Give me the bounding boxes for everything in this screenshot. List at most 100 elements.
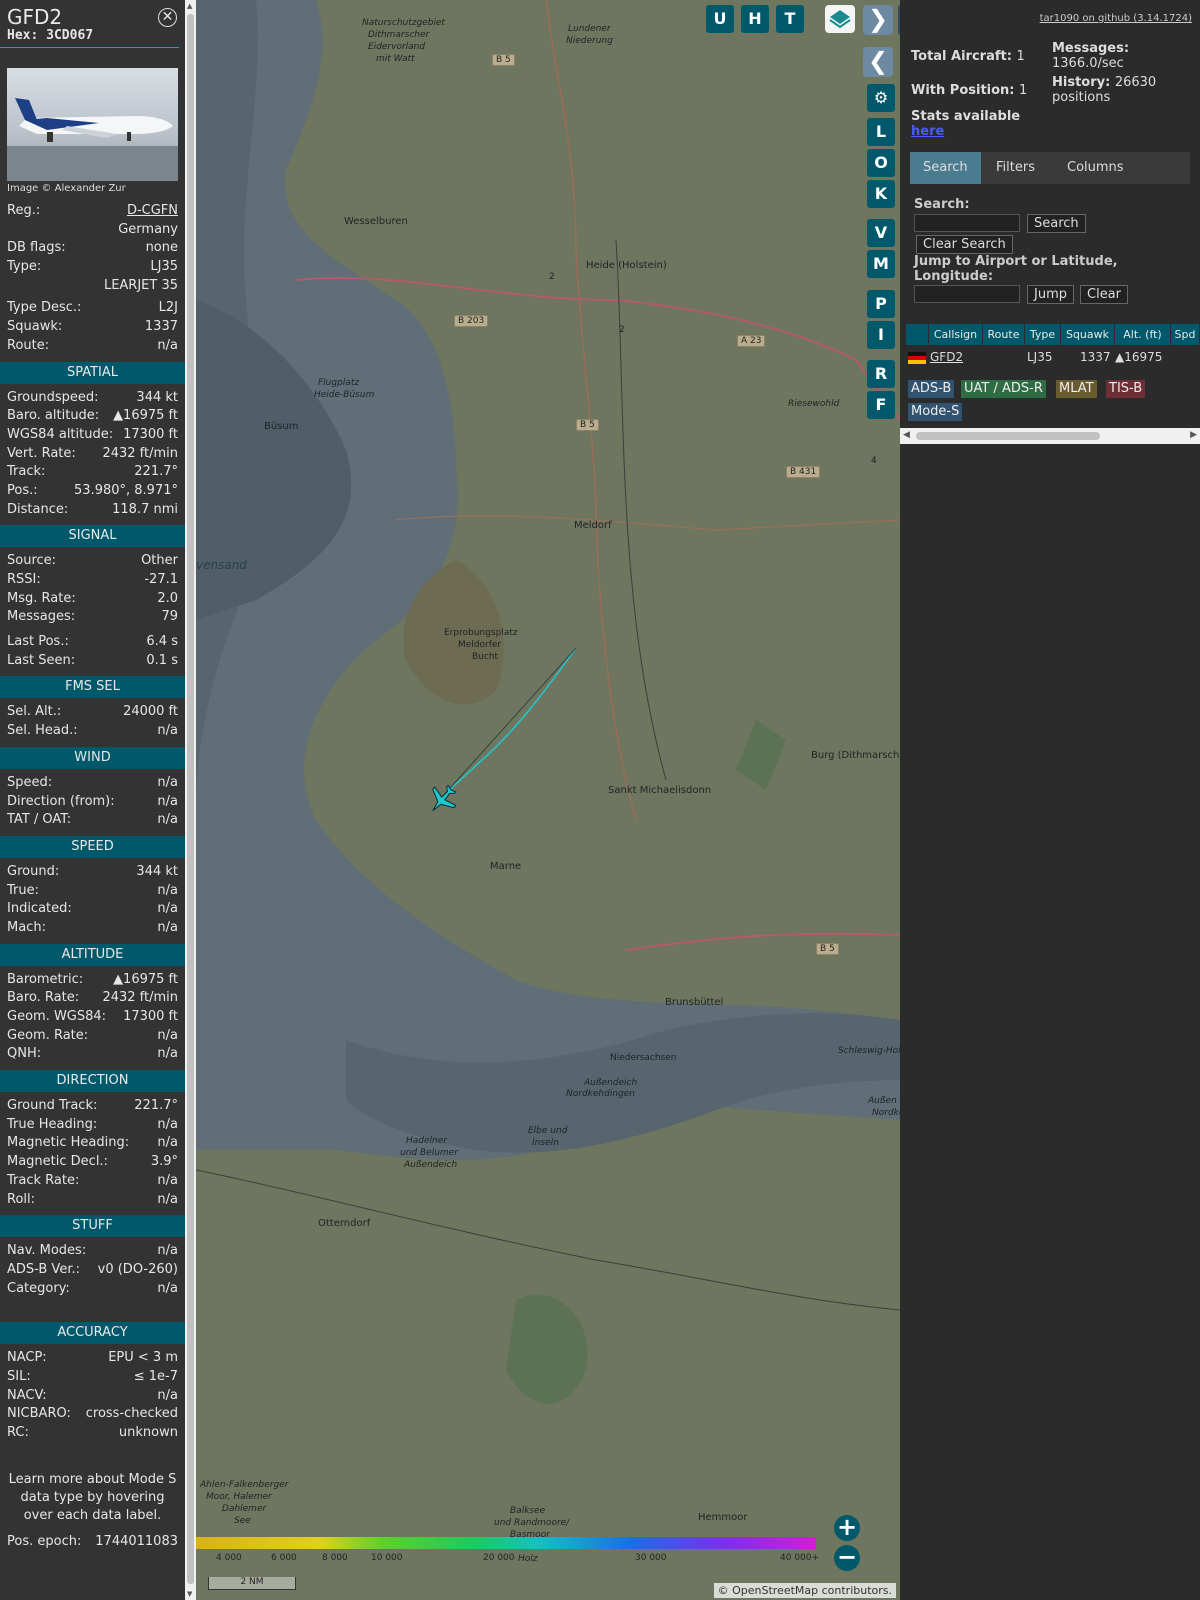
- scroll-left-icon[interactable]: ◀: [903, 430, 910, 440]
- info-label[interactable]: Mach:: [7, 919, 46, 938]
- toggle-U-button[interactable]: U: [706, 5, 734, 33]
- info-label[interactable]: Track Rate:: [7, 1172, 79, 1191]
- section-header-fms-sel[interactable]: FMS SEL: [0, 676, 185, 699]
- info-label[interactable]: Ground:: [7, 863, 59, 882]
- info-label[interactable]: True Heading:: [7, 1116, 97, 1135]
- section-header-wind[interactable]: WIND: [0, 746, 185, 769]
- col-header-type[interactable]: Type: [1025, 324, 1061, 345]
- info-label[interactable]: Indicated:: [7, 900, 72, 919]
- toggle-O-button[interactable]: O: [867, 149, 895, 177]
- toggle-P-button[interactable]: P: [867, 290, 895, 318]
- info-label[interactable]: Groundspeed:: [7, 389, 98, 408]
- info-label[interactable]: SIL:: [7, 1368, 31, 1387]
- zoom-out-button[interactable]: −: [834, 1545, 860, 1571]
- col-header-flag[interactable]: [906, 324, 929, 345]
- info-label[interactable]: Nav. Modes:: [7, 1242, 86, 1261]
- toggle-H-button[interactable]: H: [741, 5, 769, 33]
- tab-filters[interactable]: Filters: [983, 152, 1048, 184]
- aircraft-marker-icon[interactable]: [426, 784, 458, 816]
- scroll-right-icon[interactable]: ▶: [1190, 430, 1197, 440]
- col-header-squawk[interactable]: Squawk: [1061, 324, 1115, 345]
- toggle-R-button[interactable]: R: [867, 360, 895, 388]
- col-header-speed[interactable]: Spd: [1171, 324, 1200, 345]
- zoom-in-button[interactable]: +: [834, 1515, 860, 1541]
- info-label[interactable]: Geom. Rate:: [7, 1027, 88, 1046]
- info-label[interactable]: Last Pos.:: [7, 633, 69, 652]
- info-label[interactable]: TAT / OAT:: [7, 811, 71, 830]
- info-label[interactable]: Vert. Rate:: [7, 445, 76, 464]
- table-horizontal-scrollbar[interactable]: ◀ ▶: [900, 428, 1200, 444]
- map-attribution[interactable]: © OpenStreetMap contributors.: [713, 1583, 896, 1598]
- toggle-V-button[interactable]: V: [867, 219, 895, 247]
- info-label[interactable]: True:: [7, 882, 39, 901]
- info-label[interactable]: NACP:: [7, 1349, 47, 1368]
- github-link[interactable]: tar1090 on github (3.14.1724): [1040, 13, 1192, 24]
- info-label[interactable]: Sel. Alt.:: [7, 703, 61, 722]
- info-label[interactable]: ADS-B Ver.:: [7, 1261, 80, 1280]
- section-header-spatial[interactable]: SPATIAL: [0, 361, 185, 384]
- jump-input[interactable]: [914, 285, 1020, 303]
- detail-value[interactable]: D-CGFN: [127, 202, 178, 221]
- clear-search-button[interactable]: Clear Search: [916, 235, 1013, 254]
- settings-button[interactable]: ⚙: [867, 84, 895, 112]
- info-label[interactable]: QNH:: [7, 1045, 41, 1064]
- info-label[interactable]: RC:: [7, 1424, 29, 1443]
- tab-columns[interactable]: Columns: [1054, 152, 1137, 184]
- info-label[interactable]: Track:: [7, 463, 45, 482]
- row-callsign[interactable]: GFD2: [930, 348, 963, 366]
- info-label[interactable]: Roll:: [7, 1191, 35, 1210]
- info-label[interactable]: Ground Track:: [7, 1097, 97, 1116]
- stats-link[interactable]: here: [911, 124, 944, 139]
- close-icon[interactable]: ✕: [158, 8, 177, 27]
- info-label[interactable]: Messages:: [7, 608, 75, 627]
- search-button[interactable]: Search: [1027, 214, 1086, 233]
- aircraft-photo[interactable]: [7, 68, 178, 181]
- section-header-stuff[interactable]: STUFF: [0, 1215, 185, 1238]
- info-label[interactable]: Magnetic Decl.:: [7, 1153, 108, 1172]
- info-label[interactable]: Direction (from):: [7, 793, 115, 812]
- jump-button[interactable]: Jump: [1027, 285, 1074, 304]
- section-header-accuracy[interactable]: ACCURACY: [0, 1322, 185, 1345]
- clear-jump-button[interactable]: Clear: [1080, 285, 1128, 304]
- section-header-signal[interactable]: SIGNAL: [0, 525, 185, 548]
- scroll-up-icon[interactable]: ▲: [187, 2, 192, 10]
- info-label[interactable]: Geom. WGS84:: [7, 1008, 106, 1027]
- info-label[interactable]: WGS84 altitude:: [7, 426, 113, 445]
- col-header-altitude[interactable]: Alt. (ft): [1115, 324, 1171, 345]
- info-label[interactable]: Distance:: [7, 501, 68, 520]
- info-label[interactable]: RSSI:: [7, 571, 41, 590]
- col-header-callsign[interactable]: Callsign: [929, 324, 983, 345]
- info-label[interactable]: Msg. Rate:: [7, 590, 76, 609]
- section-header-direction[interactable]: DIRECTION: [0, 1070, 185, 1093]
- next-aircraft-button[interactable]: ❯: [863, 5, 893, 35]
- info-label[interactable]: Baro. altitude:: [7, 407, 99, 426]
- toggle-I-button[interactable]: I: [867, 321, 895, 349]
- info-label[interactable]: Barometric:: [7, 971, 83, 990]
- toggle-F-button[interactable]: F: [867, 391, 895, 419]
- toggle-K-button[interactable]: K: [867, 180, 895, 208]
- prev-aircraft-button[interactable]: ❮: [863, 47, 893, 77]
- tab-search[interactable]: Search: [910, 152, 981, 184]
- info-scroll-thumb[interactable]: [187, 14, 194, 1584]
- info-label[interactable]: Source:: [7, 552, 56, 571]
- info-label[interactable]: Last Seen:: [7, 652, 75, 671]
- table-scroll-thumb[interactable]: [916, 432, 1100, 440]
- section-header-speed[interactable]: SPEED: [0, 835, 185, 858]
- info-label[interactable]: Sel. Head.:: [7, 722, 78, 741]
- info-label[interactable]: Speed:: [7, 774, 52, 793]
- layers-button[interactable]: [825, 5, 855, 33]
- toggle-L-button[interactable]: L: [867, 118, 895, 146]
- search-input[interactable]: [914, 214, 1020, 232]
- toggle-M-button[interactable]: M: [867, 250, 895, 278]
- info-label[interactable]: Baro. Rate:: [7, 989, 79, 1008]
- col-header-route[interactable]: Route: [983, 324, 1025, 345]
- scroll-down-icon[interactable]: ▼: [187, 1590, 192, 1598]
- info-scrollbar[interactable]: ▲ ▼: [185, 0, 196, 1600]
- section-header-altitude[interactable]: ALTITUDE: [0, 943, 185, 966]
- map-view[interactable]: Naturschutzgebiet Dithmarscher Eidervorl…: [196, 0, 900, 1600]
- info-label[interactable]: NICBARO:: [7, 1405, 71, 1424]
- info-label[interactable]: Category:: [7, 1280, 70, 1299]
- info-label[interactable]: Magnetic Heading:: [7, 1134, 129, 1153]
- info-label[interactable]: Pos.:: [7, 482, 38, 501]
- info-label[interactable]: NACV:: [7, 1387, 47, 1406]
